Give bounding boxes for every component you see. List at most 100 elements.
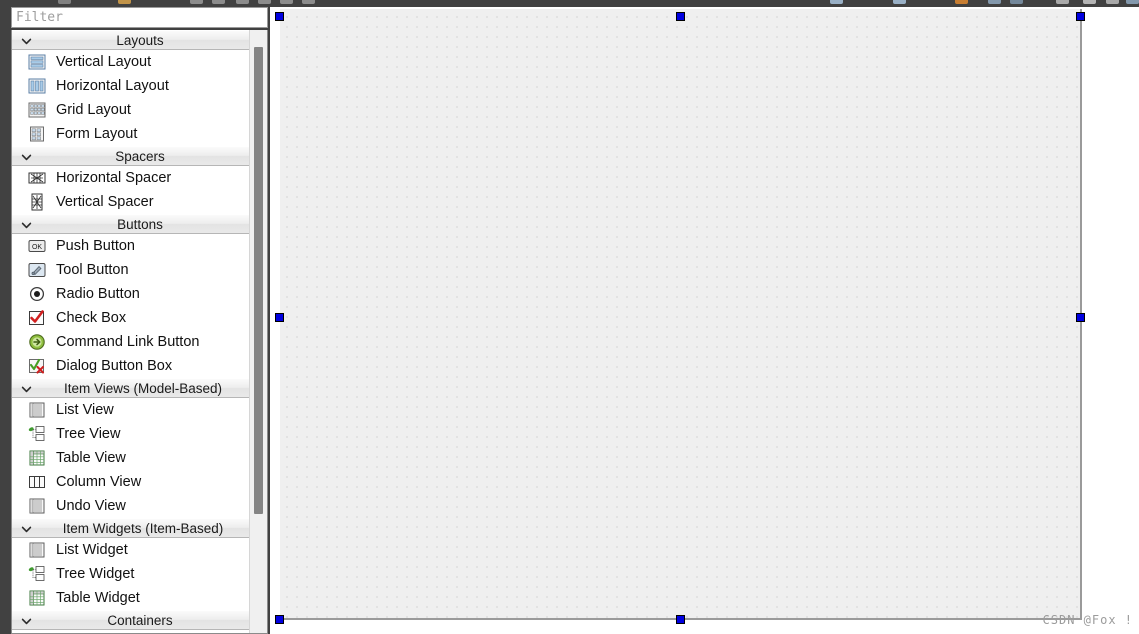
widget-item[interactable]: Horizontal Spacer xyxy=(12,166,250,190)
scrollbar-thumb[interactable] xyxy=(254,47,263,514)
widget-category-header[interactable]: Buttons xyxy=(12,214,250,234)
widget-item[interactable]: Radio Button xyxy=(12,282,250,306)
filter-field-wrapper[interactable] xyxy=(11,7,268,28)
adjust-size-icon[interactable] xyxy=(1106,0,1119,4)
widget-item-label: Column View xyxy=(56,474,142,490)
tree-widget-icon xyxy=(26,565,48,583)
chevron-down-icon[interactable] xyxy=(19,147,33,167)
widget-item[interactable]: Column View xyxy=(12,470,250,494)
widget-item-label: Table View xyxy=(56,450,126,466)
save-icon[interactable] xyxy=(118,0,131,4)
widget-box-list-inner: Layouts Vertical Layout Horizontal Layout G… xyxy=(12,30,250,633)
widget-item[interactable]: Command Link Button xyxy=(12,330,250,354)
preview-icon[interactable] xyxy=(1126,0,1139,4)
form-canvas[interactable] xyxy=(280,9,1082,620)
handle-middle-left[interactable] xyxy=(275,313,284,322)
layout-splitter-h-icon[interactable] xyxy=(1010,0,1023,4)
widget-item-label: Horizontal Spacer xyxy=(56,170,172,186)
widget-item-label: Vertical Spacer xyxy=(56,194,154,210)
edit-buddies-icon[interactable] xyxy=(280,0,293,4)
widget-category-header[interactable]: Containers xyxy=(12,610,250,630)
widget-item[interactable]: Vertical Layout xyxy=(12,50,250,74)
widget-item-label: Radio Button xyxy=(56,286,140,302)
filter-input[interactable] xyxy=(12,8,267,27)
handle-bottom-center[interactable] xyxy=(676,615,685,624)
widget-item[interactable]: List View xyxy=(12,398,250,422)
widget-item[interactable]: Table Widget xyxy=(12,586,250,610)
undo-icon[interactable] xyxy=(190,0,203,4)
command-link-button-icon xyxy=(26,333,48,351)
widget-item[interactable]: List Widget xyxy=(12,538,250,562)
grid-layout-icon xyxy=(26,101,48,119)
chevron-down-icon[interactable] xyxy=(19,31,33,51)
widget-category-header[interactable]: Spacers xyxy=(12,146,250,166)
widget-item[interactable]: Dialog Button Box xyxy=(12,354,250,378)
edit-tab-order-icon[interactable] xyxy=(302,0,315,4)
form-layout-icon xyxy=(26,125,48,143)
widget-item[interactable]: Tree View xyxy=(12,422,250,446)
edit-widgets-icon[interactable] xyxy=(236,0,249,4)
widget-item[interactable]: Tool Button xyxy=(12,258,250,282)
widget-category-header[interactable]: Item Widgets (Item-Based) xyxy=(12,518,250,538)
edit-signals-icon[interactable] xyxy=(258,0,271,4)
design-workspace[interactable] xyxy=(270,0,1139,634)
widget-box-scrollbar[interactable] xyxy=(249,30,267,633)
redo-icon[interactable] xyxy=(212,0,225,4)
widget-item[interactable]: Form Layout xyxy=(12,122,250,146)
vertical-layout-icon xyxy=(26,53,48,71)
horizontal-layout-icon xyxy=(26,77,48,95)
widget-item-label: Vertical Layout xyxy=(56,54,152,70)
undo-view-icon xyxy=(26,497,48,515)
layout-grid-icon[interactable] xyxy=(955,0,968,4)
handle-top-right[interactable] xyxy=(1076,12,1085,21)
break-layout-icon[interactable] xyxy=(1083,0,1096,4)
widget-category-header[interactable]: Item Views (Model-Based) xyxy=(12,378,250,398)
chevron-down-icon[interactable] xyxy=(19,519,33,539)
widget-item-label: Dialog Button Box xyxy=(56,358,173,374)
widget-category-label: Item Widgets (Item-Based) xyxy=(62,521,224,536)
column-view-icon xyxy=(26,473,48,491)
widget-category-header[interactable]: Layouts xyxy=(12,30,250,50)
csdn-watermark: CSDN @Fox ! xyxy=(1043,613,1133,627)
widget-category-label: Buttons xyxy=(117,217,163,232)
watermark-text: CSDN @Fox ! xyxy=(1042,613,1133,627)
handle-top-left[interactable] xyxy=(275,12,284,21)
widget-item[interactable]: Horizontal Layout xyxy=(12,74,250,98)
table-view-icon xyxy=(26,449,48,467)
widget-item-label: List View xyxy=(56,402,114,418)
widget-item[interactable]: Check Box xyxy=(12,306,250,330)
handle-bottom-left[interactable] xyxy=(275,615,284,624)
svg-text:OK: OK xyxy=(32,244,42,251)
widget-item[interactable]: Table View xyxy=(12,446,250,470)
horizontal-spacer-icon xyxy=(26,169,48,187)
widget-item-label: Table Widget xyxy=(56,590,140,606)
layout-horizontally-icon[interactable] xyxy=(830,0,843,4)
widget-item-label: Undo View xyxy=(56,498,126,514)
chevron-down-icon[interactable] xyxy=(19,611,33,631)
qt-designer-window: CSDN @Fox ! Layouts Vertical Layout Horizo… xyxy=(0,0,1139,634)
layout-splitter-v-icon[interactable] xyxy=(1056,0,1069,4)
widget-item[interactable]: Undo View xyxy=(12,494,250,518)
widget-category-label: Item Views (Model-Based) xyxy=(63,381,223,396)
widget-item[interactable]: Vertical Spacer xyxy=(12,190,250,214)
widget-item-label: Tool Button xyxy=(56,262,129,278)
chevron-down-icon[interactable] xyxy=(19,215,33,235)
tool-button-icon xyxy=(26,261,48,279)
widget-box-list[interactable]: Layouts Vertical Layout Horizontal Layout G… xyxy=(11,30,268,634)
chevron-down-icon[interactable] xyxy=(19,379,33,399)
layout-form-icon[interactable] xyxy=(988,0,1001,4)
widget-item-label: Tree View xyxy=(56,426,121,442)
widget-category-label: Containers xyxy=(107,613,173,628)
widget-item[interactable]: Grid Layout xyxy=(12,98,250,122)
widget-item[interactable]: Tree Widget xyxy=(12,562,250,586)
open-icon[interactable] xyxy=(58,0,71,4)
widget-item[interactable]: OK Push Button xyxy=(12,234,250,258)
widget-item-label: Push Button xyxy=(56,238,135,254)
widget-item-label: Command Link Button xyxy=(56,334,200,350)
widget-box-panel: Layouts Vertical Layout Horizontal Layout G… xyxy=(0,0,270,634)
layout-vertically-icon[interactable] xyxy=(893,0,906,4)
handle-top-center[interactable] xyxy=(676,12,685,21)
handle-middle-right[interactable] xyxy=(1076,313,1085,322)
widget-item-label: Grid Layout xyxy=(56,102,131,118)
main-toolbar-strip[interactable] xyxy=(0,0,1139,7)
